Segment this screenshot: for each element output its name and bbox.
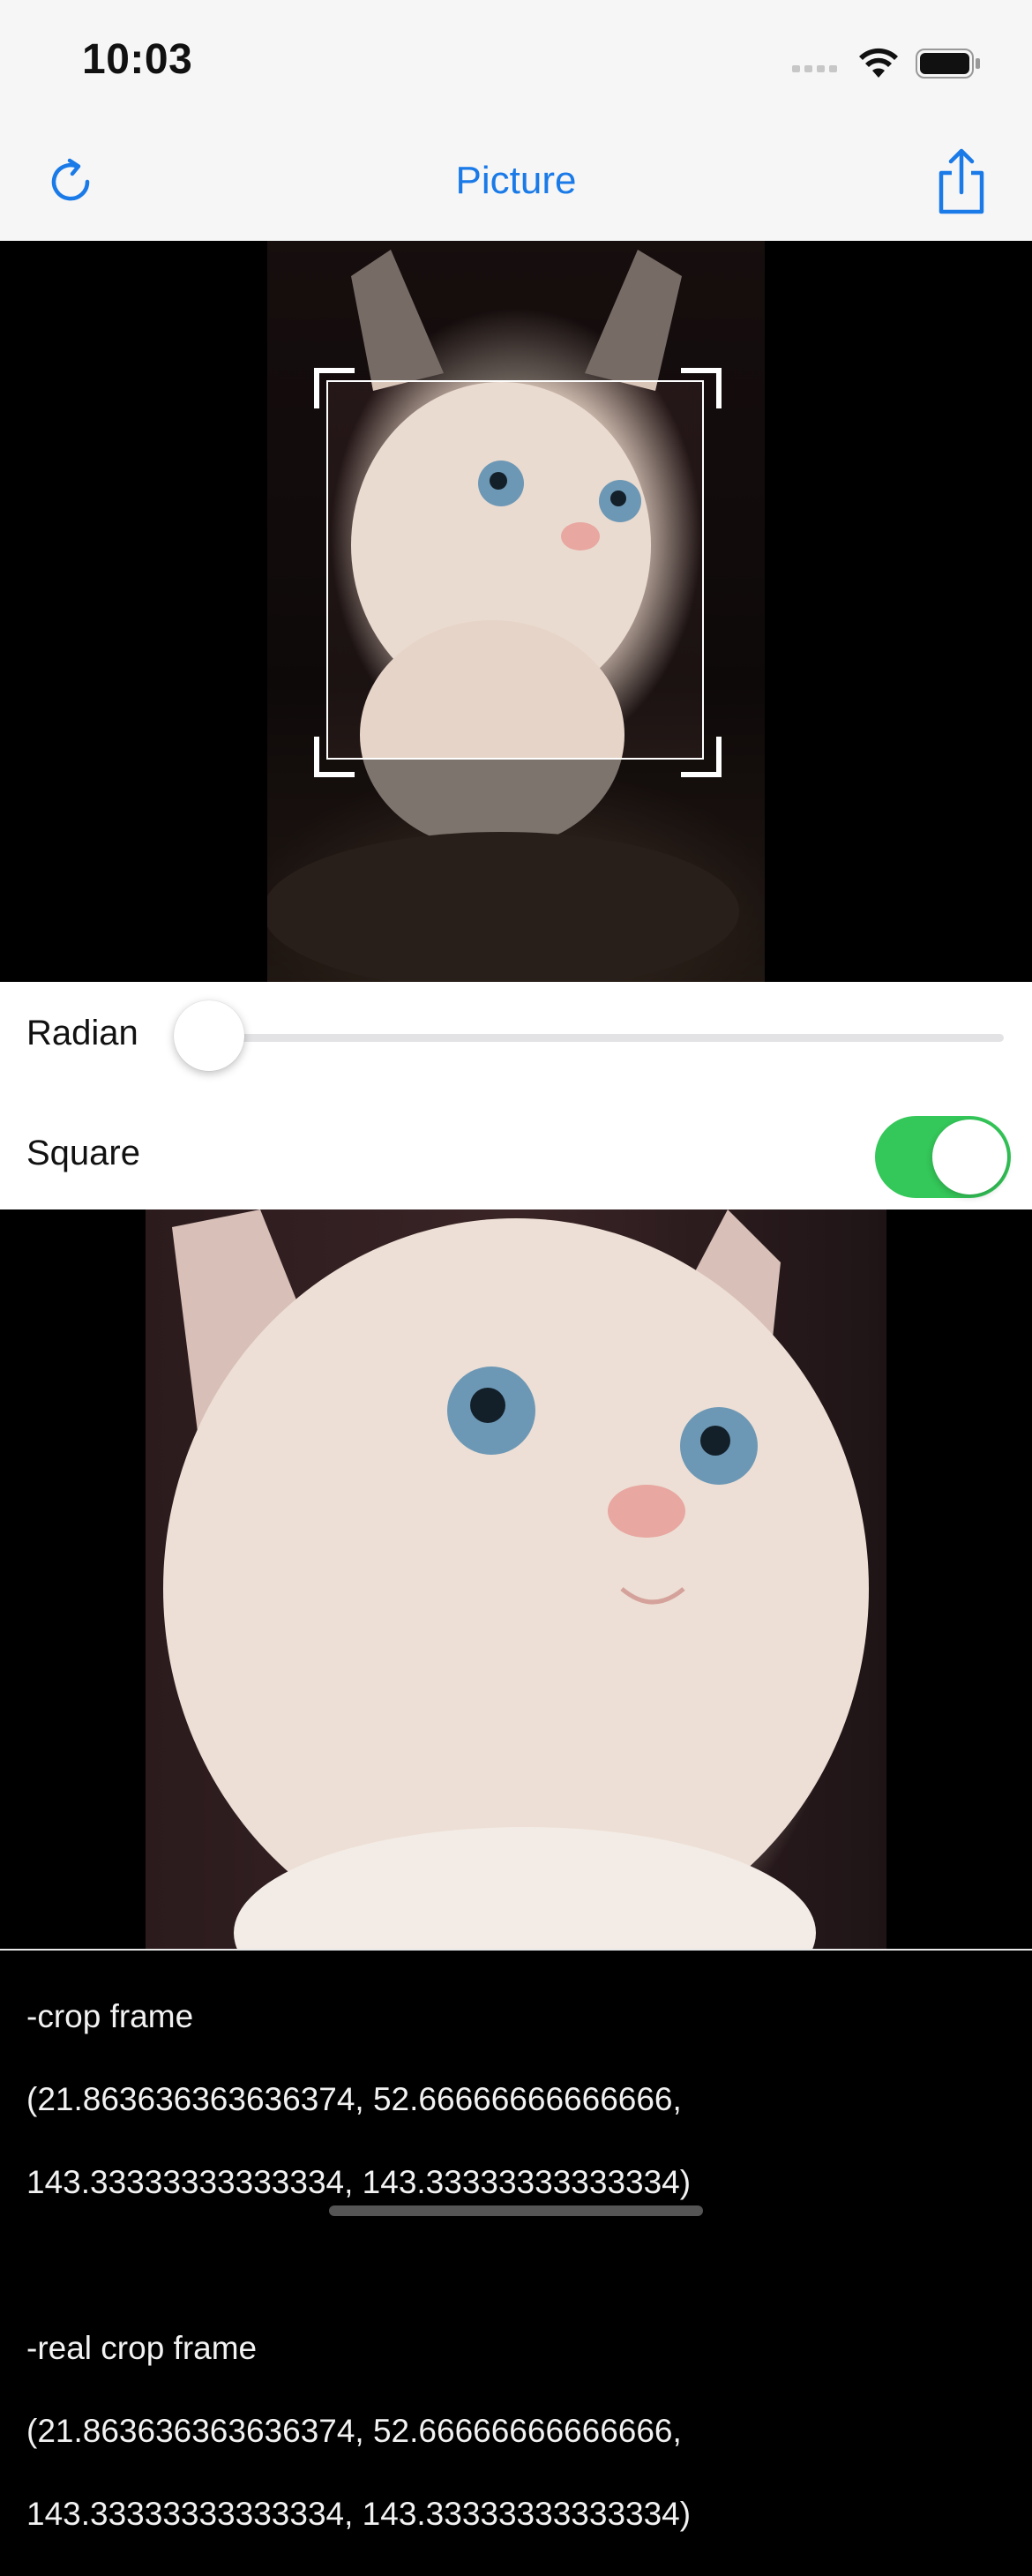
radian-slider-track[interactable] — [208, 1034, 1004, 1042]
real-crop-frame-line2: 143.33333333333334, 143.33333333333334) — [26, 2496, 692, 2532]
crop-frame[interactable] — [326, 380, 704, 760]
crop-frame-title: -crop frame — [26, 1998, 194, 2034]
crop-frame-line2: 143.33333333333334, 143.33333333333334) — [26, 2164, 692, 2200]
square-toggle[interactable] — [875, 1116, 1011, 1198]
real-crop-frame-title: -real crop frame — [26, 2330, 258, 2366]
crop-dim-top — [267, 241, 765, 380]
crop-handle-bottom-left[interactable] — [314, 737, 355, 777]
share-button[interactable] — [926, 148, 997, 219]
status-time: 10:03 — [82, 36, 193, 83]
crop-frame-line1: (21.863636363636374, 52.66666666666666, — [26, 2081, 682, 2117]
square-toggle-knob — [932, 1120, 1007, 1194]
crop-editor[interactable] — [0, 241, 1032, 982]
cropped-image — [146, 1209, 886, 1950]
crop-info: -crop frame (21.863636363636374, 52.6666… — [26, 1954, 1014, 2576]
page-title: Picture — [455, 159, 577, 202]
info-divider — [0, 1949, 1032, 1951]
battery-icon — [916, 48, 981, 83]
crop-dim-bottom — [267, 760, 765, 982]
navigation-bar: Picture — [0, 124, 1032, 242]
crop-handle-top-left[interactable] — [314, 368, 355, 408]
status-bar: 10:03 — [0, 0, 1032, 124]
radian-slider-thumb[interactable] — [174, 1000, 244, 1071]
cropped-preview — [0, 1209, 1032, 1950]
radian-label: Radian — [26, 1014, 138, 1052]
crop-dim-right — [704, 380, 765, 760]
square-label: Square — [26, 1134, 140, 1172]
crop-handle-top-right[interactable] — [681, 368, 722, 408]
real-crop-frame-line1: (21.863636363636374, 52.66666666666666, — [26, 2413, 682, 2449]
cellular-signal-icon — [792, 55, 841, 77]
status-icons — [792, 46, 981, 85]
wifi-icon — [857, 48, 900, 84]
share-icon — [934, 148, 989, 220]
crop-dim-left — [267, 380, 326, 760]
controls-panel: Radian Square — [0, 982, 1032, 1209]
crop-handle-bottom-right[interactable] — [681, 737, 722, 777]
home-indicator[interactable] — [329, 2205, 703, 2216]
